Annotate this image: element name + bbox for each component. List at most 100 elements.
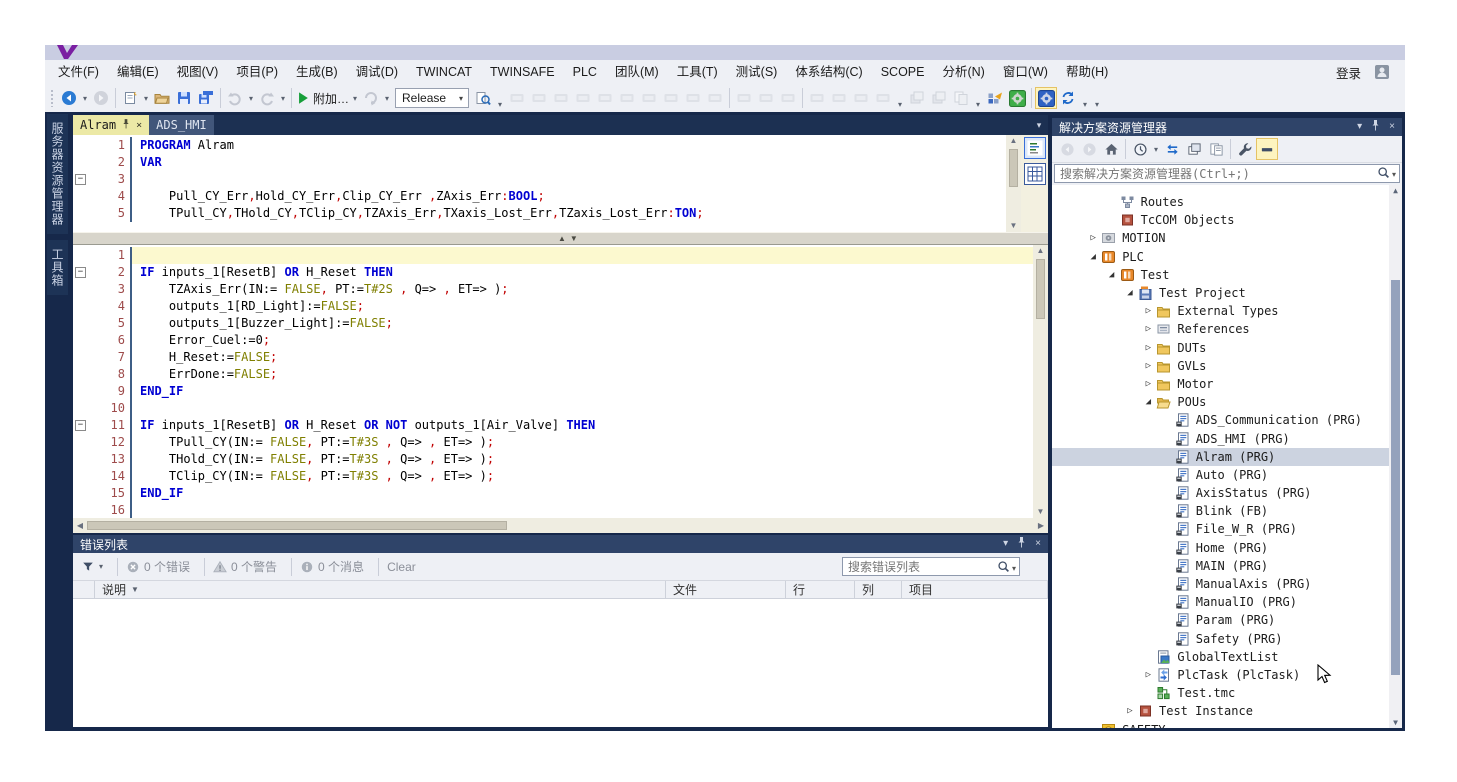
tree-item-plc[interactable]: ◢PLC (1052, 248, 1402, 266)
scroll-down-icon[interactable]: ▼ (1010, 220, 1018, 232)
scroll-thumb[interactable] (1009, 149, 1018, 187)
tree-item-plctask-plctask[interactable]: ▷PlcTask (PlcTask) (1052, 666, 1402, 684)
se-new-window-button[interactable] (1183, 138, 1205, 160)
search-options-icon[interactable]: ▾ (1012, 564, 1016, 573)
se-home-button[interactable] (1100, 138, 1122, 160)
tree-item-safety[interactable]: SAFETY (1052, 720, 1402, 728)
tree-item-pous[interactable]: ◢POUs (1052, 393, 1402, 411)
search-options-icon[interactable]: ▾ (1392, 170, 1396, 179)
menu-item-4[interactable]: 项目(P) (227, 60, 287, 84)
menu-item-9[interactable]: PLC (564, 60, 606, 84)
close-icon[interactable]: × (1035, 539, 1041, 549)
pin-icon[interactable] (1017, 537, 1026, 551)
tree-item-main-prg[interactable]: MAIN (PRG) (1052, 557, 1402, 575)
column-header-4[interactable]: 列 (855, 581, 902, 598)
tree-item-manualio-prg[interactable]: ManualIO (PRG) (1052, 593, 1402, 611)
side-tab-1[interactable]: 服务器资源管理器 (47, 114, 68, 234)
column-header-3[interactable]: 行 (786, 581, 855, 598)
textual-view-button[interactable] (1024, 137, 1046, 159)
fold-toggle-icon[interactable]: − (75, 267, 86, 278)
new-file-button[interactable] (119, 87, 141, 109)
menu-item-1[interactable]: 文件(F) (49, 60, 108, 84)
toolbar-overflow-icon[interactable]: ▾ (494, 87, 506, 109)
tree-item-external-types[interactable]: ▷External Types (1052, 302, 1402, 320)
user-avatar[interactable] (1373, 64, 1391, 80)
scroll-left-icon[interactable]: ◀ (73, 521, 87, 530)
code-line-4[interactable]: 4 Pull_CY_Err,Hold_CY_Err,Clip_CY_Err ,Z… (73, 188, 1006, 205)
tree-item-param-prg[interactable]: Param (PRG) (1052, 611, 1402, 629)
errors-filter-button[interactable]: 0 个错误 (126, 558, 190, 575)
declaration-scrollbar[interactable]: ▲ ▼ (1006, 135, 1021, 232)
tree-item-ads-hmi-prg[interactable]: ADS_HMI (PRG) (1052, 429, 1402, 447)
code-line-4[interactable]: 4 outputs_1[RD_Light]:=FALSE; (73, 298, 1033, 315)
expanded-arrow-icon[interactable]: ◢ (1085, 252, 1101, 262)
menu-item-10[interactable]: 团队(M) (606, 60, 668, 84)
tree-item-auto-prg[interactable]: Auto (PRG) (1052, 466, 1402, 484)
splitter-arrows-icon[interactable]: ▲▼ (558, 233, 582, 244)
code-line-3[interactable]: 3 TZAxis_Err(IN:= FALSE, PT:=T#2S , Q=> … (73, 281, 1033, 298)
tree-item-duts[interactable]: ▷DUTs (1052, 339, 1402, 357)
tree-item-home-prg[interactable]: Home (PRG) (1052, 539, 1402, 557)
clear-button[interactable]: Clear (387, 560, 416, 574)
search-icon[interactable] (1377, 166, 1390, 182)
attach-button[interactable]: 附加… (295, 87, 350, 109)
tabular-view-button[interactable] (1024, 163, 1046, 185)
collapsed-arrow-icon[interactable]: ▷ (1140, 361, 1156, 371)
find-in-files-button[interactable] (472, 87, 494, 109)
code-line-1[interactable]: 1 (73, 247, 1033, 264)
code-line-13[interactable]: 13 THold_CY(IN:= FALSE, PT:=T#3S , Q=> ,… (73, 451, 1033, 468)
close-icon[interactable]: × (136, 120, 142, 131)
document-tab-2[interactable]: ADS_HMI (149, 115, 214, 135)
code-line-2[interactable]: −2IF inputs_1[ResetB] OR H_Reset THEN (73, 264, 1033, 281)
column-header-1[interactable]: 说明▼ (95, 581, 666, 598)
save-all-button[interactable] (195, 87, 217, 109)
menu-item-3[interactable]: 视图(V) (168, 60, 228, 84)
menu-item-6[interactable]: 调试(D) (347, 60, 407, 84)
menu-item-15[interactable]: 分析(N) (933, 60, 993, 84)
chevron-down-icon[interactable]: ▾ (80, 94, 90, 103)
expanded-arrow-icon[interactable]: ◢ (1122, 288, 1138, 298)
filter-button[interactable]: ▾ (81, 560, 103, 574)
tree-item-test-project[interactable]: ◢Test Project (1052, 284, 1402, 302)
scroll-right-icon[interactable]: ▶ (1034, 521, 1048, 530)
se-sync-button[interactable] (1161, 138, 1183, 160)
tree-item-alram-prg[interactable]: Alram (PRG) (1052, 448, 1402, 466)
panel-menu-icon[interactable]: ▾ (1003, 539, 1008, 549)
toolbar-overflow-icon[interactable]: ▾ (894, 87, 906, 109)
tree-item-gvls[interactable]: ▷GVLs (1052, 357, 1402, 375)
editor-splitter[interactable]: ▲▼ (73, 232, 1048, 245)
scroll-thumb[interactable] (87, 521, 507, 530)
document-list-icon[interactable]: ▾ (1030, 115, 1048, 135)
code-line-7[interactable]: 7 H_Reset:=FALSE; (73, 349, 1033, 366)
collapsed-arrow-icon[interactable]: ▷ (1122, 706, 1138, 716)
tc-restart-button[interactable] (1057, 87, 1079, 109)
code-line-14[interactable]: 14 TClip_CY(IN:= FALSE, PT:=T#3S , Q=> ,… (73, 468, 1033, 485)
collapsed-arrow-icon[interactable]: ▷ (1140, 343, 1156, 353)
open-file-button[interactable] (151, 87, 173, 109)
code-line-12[interactable]: 12 TPull_CY(IN:= FALSE, PT:=T#3S , Q=> ,… (73, 434, 1033, 451)
tc-run-mode-button[interactable] (1006, 87, 1028, 109)
code-line-9[interactable]: 9END_IF (73, 383, 1033, 400)
column-header-5[interactable]: 项目 (902, 581, 1048, 598)
menu-item-12[interactable]: 测试(S) (727, 60, 787, 84)
implementation-scrollbar[interactable]: ▲ ▼ (1033, 245, 1048, 518)
panel-menu-icon[interactable]: ▾ (1357, 122, 1362, 132)
code-line-11[interactable]: −11IF inputs_1[ResetB] OR H_Reset OR NOT… (73, 417, 1033, 434)
tree-item-motor[interactable]: ▷Motor (1052, 375, 1402, 393)
tree-item-file-w-r-prg[interactable]: File_W_R (PRG) (1052, 520, 1402, 538)
tree-item-test-instance[interactable]: ▷Test Instance (1052, 702, 1402, 720)
side-tab-2[interactable]: 工具箱 (47, 240, 68, 295)
collapsed-arrow-icon[interactable]: ▷ (1140, 324, 1156, 334)
tree-item-safety-prg[interactable]: Safety (PRG) (1052, 630, 1402, 648)
scroll-up-icon[interactable]: ▲ (1389, 186, 1402, 195)
toolbar-overflow-icon[interactable]: ▾ (1091, 87, 1103, 109)
tc-reload-devices-button[interactable] (984, 87, 1006, 109)
scroll-down-icon[interactable]: ▼ (1389, 718, 1402, 727)
collapsed-arrow-icon[interactable]: ▷ (1140, 306, 1156, 316)
scroll-thumb[interactable] (1036, 259, 1045, 319)
code-line-5[interactable]: 5 TPull_CY,THold_CY,TClip_CY,TZAxis_Err,… (73, 205, 1006, 222)
chevron-down-icon[interactable]: ▾ (350, 94, 360, 103)
tree-item-test-tmc[interactable]: Test.tmc (1052, 684, 1402, 702)
menu-item-2[interactable]: 编辑(E) (108, 60, 168, 84)
tree-item-axisstatus-prg[interactable]: AxisStatus (PRG) (1052, 484, 1402, 502)
